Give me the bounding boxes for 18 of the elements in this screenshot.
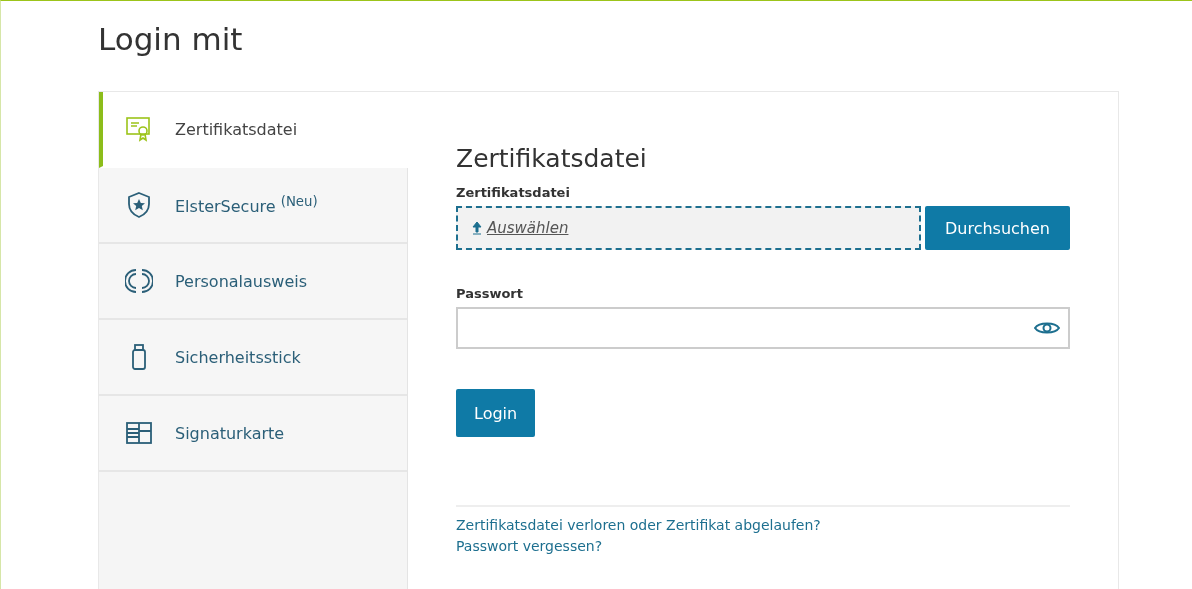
chip-card-icon — [125, 419, 153, 447]
password-field[interactable] — [456, 307, 1070, 349]
circle-arrows-icon — [125, 267, 153, 295]
method-tab[interactable]: Zertifikatsdatei — [99, 92, 408, 168]
form-heading: Zertifikatsdatei — [456, 144, 647, 173]
page-title: Login mit — [98, 21, 244, 59]
file-drop-field[interactable]: Auswählen — [456, 206, 921, 250]
field-label: Passwort — [456, 286, 523, 301]
eye-icon[interactable] — [1034, 320, 1060, 336]
field-label: Zertifikatsdatei — [456, 185, 570, 200]
choose-link[interactable]: Auswählen — [487, 219, 569, 237]
shield-star-icon — [125, 191, 153, 219]
login-button[interactable]: Login — [456, 389, 536, 437]
help-link[interactable]: Zertifikatsdatei verloren oder Zertifikat abgelaufen? — [456, 515, 821, 536]
upload-icon — [472, 221, 482, 235]
help-link[interactable]: Passwort vergessen? — [456, 536, 603, 557]
browse-button[interactable]: Durchsuchen — [924, 206, 1070, 250]
certificate-icon — [125, 115, 153, 143]
